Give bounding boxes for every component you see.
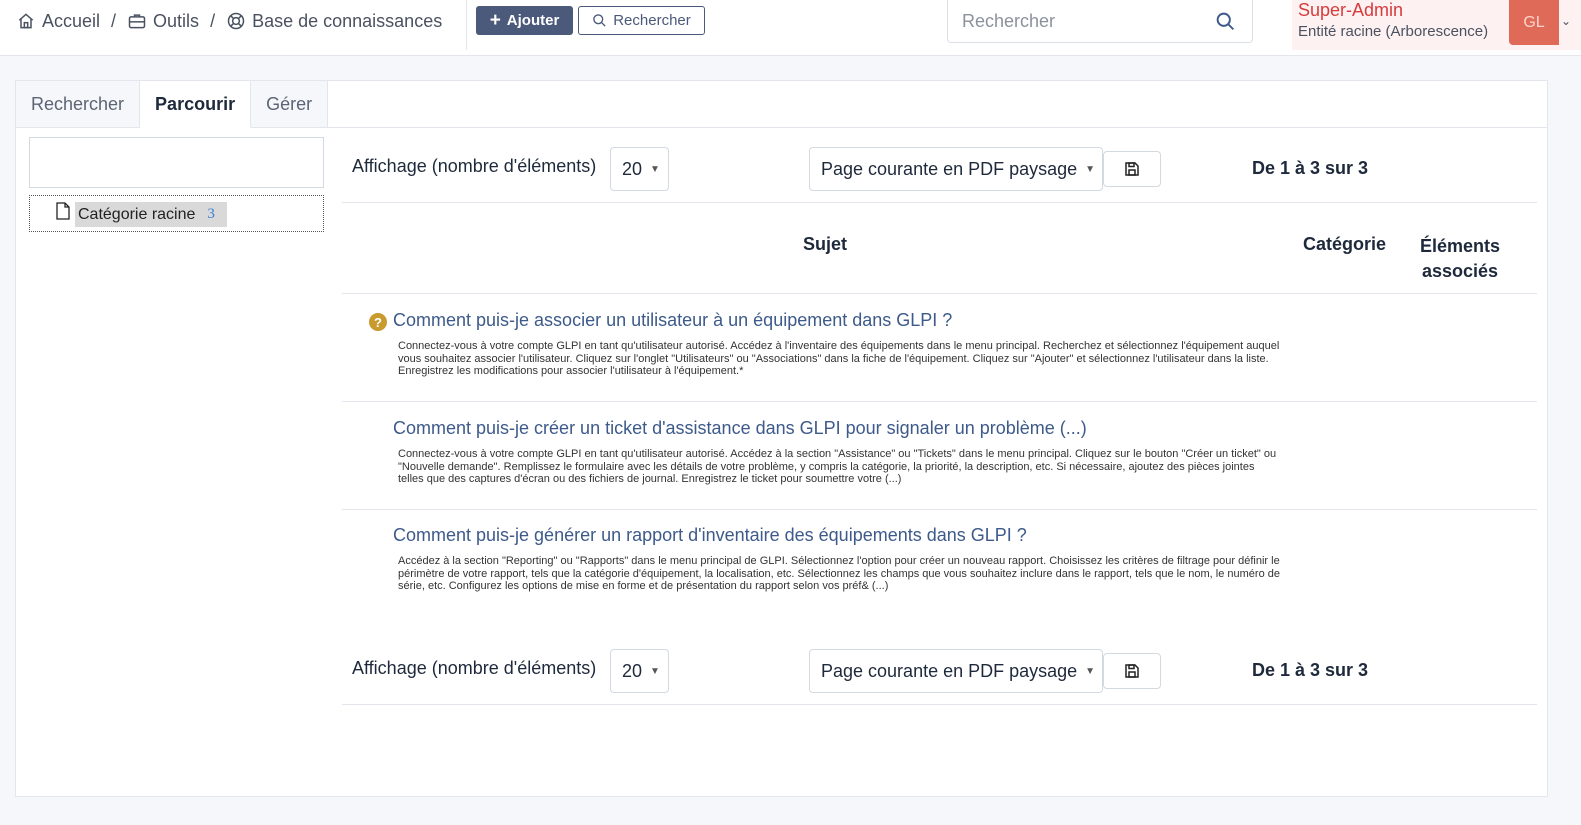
chevron-down-icon[interactable]: ⌄ [1561,14,1571,28]
breadcrumb-knowledge-base-label: Base de connaissances [252,10,443,31]
tab-search[interactable]: Rechercher [16,81,141,128]
export-select-value: Page courante en PDF paysage [821,158,1078,179]
plus-icon: + [489,10,501,31]
tab-bar: Rechercher Parcourir Gérer [16,81,329,128]
page-size-select[interactable]: 20 ▼ [610,147,669,191]
page-size-value: 20 [622,660,643,681]
user-entity: Entité racine (Arborescence) [1298,23,1489,40]
file-icon [56,202,70,220]
user-name: Super-Admin [1298,0,1404,20]
global-search [947,0,1253,43]
result-count: De 1 à 3 sur 3 [1252,158,1369,178]
caret-down-icon: ▼ [650,665,660,677]
save-icon [1125,162,1139,176]
tree-node-label[interactable]: Catégorie racine 3 [75,202,227,227]
breadcrumb-home-label: Accueil [42,10,101,31]
breadcrumb-separator: / [111,10,117,31]
breadcrumb: Accueil / Outils / Base de connaissances [16,0,442,42]
column-header-subject[interactable]: Sujet [803,234,847,255]
search-icon [593,14,606,27]
export-select-value: Page courante en PDF paysage [821,660,1078,681]
avatar[interactable]: GL [1509,0,1559,45]
global-search-input[interactable] [962,9,1212,33]
search-icon[interactable] [1215,11,1236,32]
header-divider [466,0,467,50]
tab-browse[interactable]: Parcourir [140,81,252,128]
export-select[interactable]: Page courante en PDF paysage ▼ [809,147,1103,191]
article-description: Connectez-vous à votre compte GLPI en ta… [398,448,1277,485]
caret-down-icon: ▼ [650,163,660,175]
table-row: ? Comment puis-je associer un utilisateu… [342,294,1537,402]
result-count: De 1 à 3 sur 3 [1252,660,1369,680]
column-header-category[interactable]: Catégorie [1303,234,1386,255]
pager-top: Affichage (nombre d'éléments) 20 ▼ Page … [342,147,1537,203]
table-header: Sujet Catégorie Éléments associés [342,203,1537,294]
breadcrumb-tools-label: Outils [153,10,200,31]
page-size-value: 20 [622,158,643,179]
pager-bottom: Affichage (nombre d'éléments) 20 ▼ Page … [342,649,1537,705]
export-button[interactable] [1103,653,1161,689]
page-size-label: Affichage (nombre d'éléments) [352,156,597,176]
article-description: Accédez à la section "Reporting" ou "Rap… [398,555,1280,592]
column-header-associated-items[interactable]: Éléments associés [1412,234,1508,284]
save-icon [1125,664,1139,678]
briefcase-icon [128,14,146,29]
article-description: Connectez-vous à votre compte GLPI en ta… [398,340,1280,377]
export-select[interactable]: Page courante en PDF paysage ▼ [809,649,1103,693]
caret-down-icon: ▼ [1085,163,1096,175]
home-icon [18,13,34,29]
breadcrumb-home[interactable]: Accueil [16,11,100,32]
breadcrumb-separator: / [210,10,216,31]
top-header: Accueil / Outils / Base de connaissances… [0,0,1581,56]
add-button-label: Ajouter [506,12,560,29]
table-row: Comment puis-je créer un ticket d'assist… [342,402,1537,510]
article-title-link[interactable]: Comment puis-je générer un rapport d'inv… [393,525,1027,546]
tree-search-box[interactable] [29,137,324,188]
tab-bar-border [322,127,1548,128]
tree-node-count: 3 [207,206,215,222]
article-title-link[interactable]: Comment puis-je associer un utilisateur … [393,310,952,331]
breadcrumb-tools[interactable]: Outils [127,11,199,32]
tree-node-name: Catégorie racine [78,205,196,223]
lifebuoy-icon [227,12,245,30]
search-button-label: Rechercher [613,12,691,29]
page-size-select[interactable]: 20 ▼ [610,649,669,693]
knowledge-base-panel: Rechercher Parcourir Gérer Catégorie rac… [15,80,1548,797]
user-menu[interactable]: Super-Admin Entité racine (Arborescence)… [1292,0,1581,50]
caret-down-icon: ▼ [1085,665,1096,677]
tab-manage[interactable]: Gérer [251,81,329,128]
add-button[interactable]: + Ajouter [476,6,573,35]
search-button[interactable]: Rechercher [578,6,705,35]
breadcrumb-knowledge-base[interactable]: Base de connaissances [226,11,442,32]
article-title-link[interactable]: Comment puis-je créer un ticket d'assist… [393,418,1087,439]
question-icon: ? [369,313,387,331]
tree-node-root-category[interactable]: Catégorie racine 3 [29,195,324,232]
table-row: Comment puis-je générer un rapport d'inv… [342,509,1537,617]
page-size-label: Affichage (nombre d'éléments) [352,658,597,678]
export-button[interactable] [1103,151,1161,187]
